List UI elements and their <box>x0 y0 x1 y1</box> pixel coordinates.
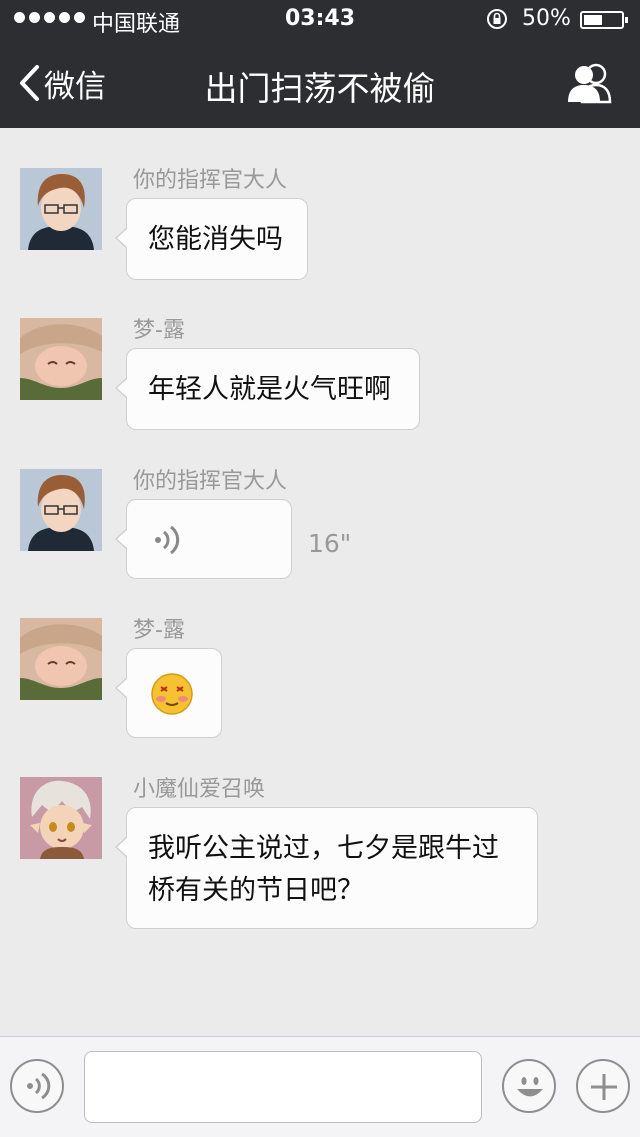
sender-name: 梦-露 <box>133 318 185 343</box>
voice-message-bubble[interactable] <box>115 499 292 579</box>
voice-duration: 16" <box>308 529 352 558</box>
sender-name: 小魔仙爱召唤 <box>133 777 266 802</box>
message-text: 我听公主说过，七夕是跟牛过桥有关的节日吧？ <box>148 833 499 906</box>
avatar[interactable] <box>20 168 102 250</box>
elf-avatar-image <box>20 318 102 400</box>
message-text: 您能消失吗 <box>148 224 283 255</box>
voice-wave-icon <box>155 525 180 555</box>
more-options-button[interactable] <box>576 1059 630 1113</box>
nav-bar: 微信 出门扫荡不被偷 <box>0 40 640 128</box>
message-bubble[interactable]: 年轻人就是火气旺啊 <box>115 348 420 430</box>
chat-title: 出门扫荡不被偷 <box>204 69 436 108</box>
avatar[interactable] <box>20 318 102 400</box>
group-members-icon[interactable] <box>566 62 614 104</box>
battery-icon <box>580 11 628 29</box>
sender-name: 你的指挥官大人 <box>133 469 288 494</box>
elf-avatar-image <box>20 618 102 700</box>
message-text: 年轻人就是火气旺啊 <box>148 374 391 405</box>
avatar[interactable] <box>20 777 102 859</box>
top-bar: 中国联通 03:43 50% 微信 出门扫荡不被偷 <box>0 0 640 128</box>
back-label: 微信 <box>44 68 106 105</box>
voice-toggle-icon <box>27 1072 51 1100</box>
avatar[interactable] <box>20 618 102 700</box>
status-bar: 中国联通 03:43 50% <box>0 0 640 40</box>
commander-avatar-image <box>20 168 102 250</box>
rotation-lock-icon <box>487 9 507 29</box>
message-bubble[interactable]: 我听公主说过，七夕是跟牛过桥有关的节日吧？ <box>115 807 538 929</box>
emoji-button[interactable] <box>502 1059 556 1113</box>
plus-icon <box>591 1074 617 1100</box>
emoji-icon <box>517 1077 543 1097</box>
emoji-message-bubble[interactable] <box>115 648 222 738</box>
sender-name: 你的指挥官大人 <box>133 168 288 193</box>
flushed-face-emoji-icon <box>151 673 193 715</box>
voice-toggle-button[interactable] <box>10 1059 64 1113</box>
chevron-left-icon <box>20 65 39 101</box>
input-bar <box>0 1036 640 1137</box>
little-fairy-avatar-image <box>20 777 102 859</box>
avatar[interactable] <box>20 469 102 551</box>
message-input[interactable] <box>84 1051 482 1123</box>
commander-avatar-image <box>20 469 102 551</box>
battery-percent: 50% <box>522 6 571 31</box>
back-button[interactable]: 微信 <box>18 60 106 106</box>
message-bubble[interactable]: 您能消失吗 <box>115 198 308 280</box>
sender-name: 梦-露 <box>133 618 185 643</box>
